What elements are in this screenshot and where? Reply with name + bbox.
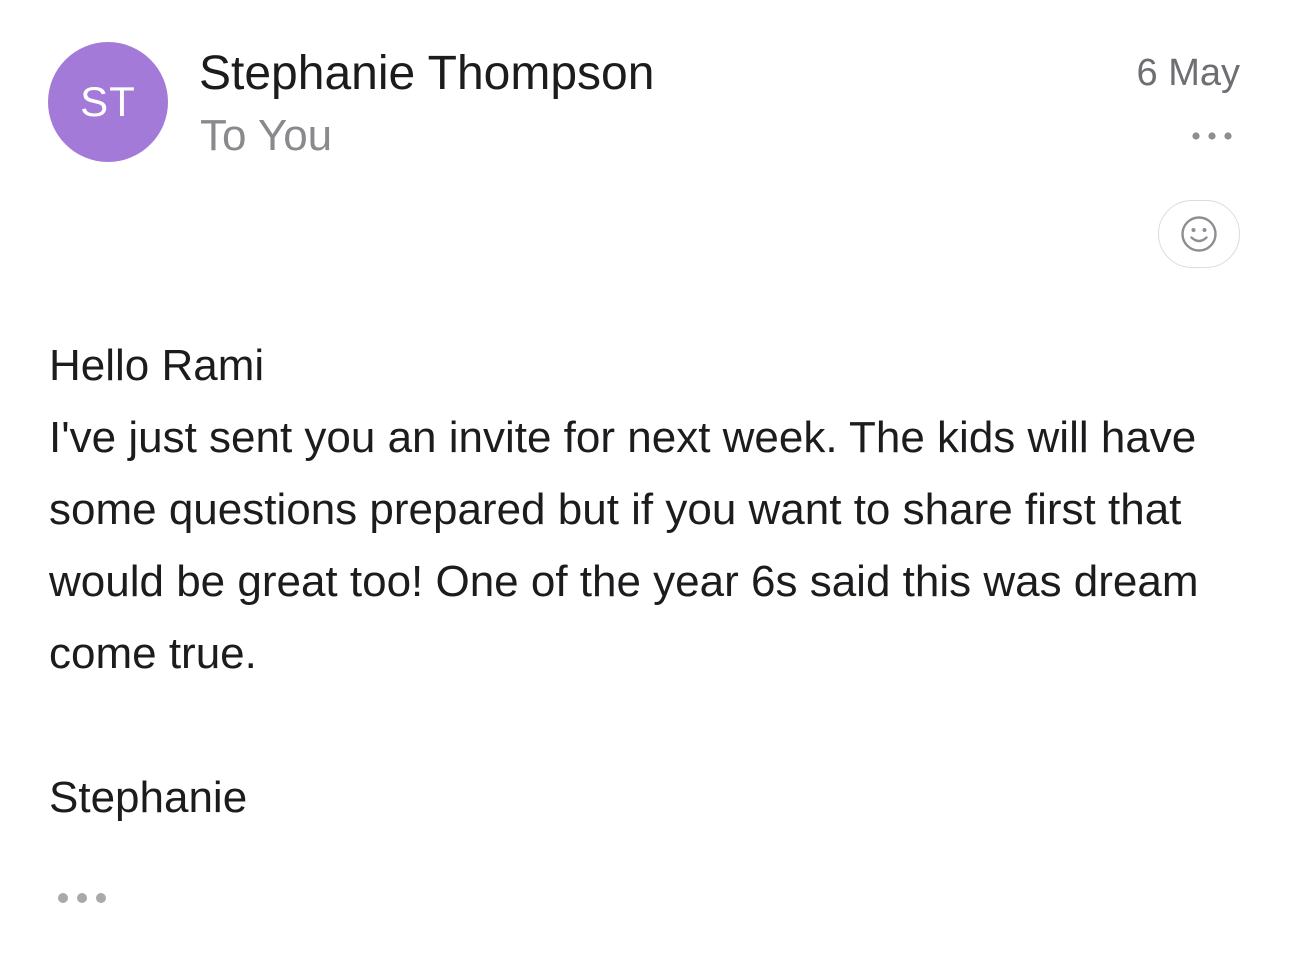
message-text: I've just sent you an invite for next we… bbox=[49, 413, 1199, 678]
more-options-button[interactable] bbox=[1186, 118, 1238, 154]
avatar-initials: ST bbox=[80, 78, 136, 125]
add-reaction-button[interactable] bbox=[1158, 200, 1240, 268]
avatar[interactable]: ST bbox=[48, 42, 168, 162]
recipient-line[interactable]: To You bbox=[200, 108, 332, 164]
smiley-face-icon bbox=[1181, 216, 1217, 252]
sender-name[interactable]: Stephanie Thompson bbox=[199, 44, 654, 104]
message-body: Hello Rami I've just sent you an invite … bbox=[49, 330, 1259, 690]
more-horizontal-icon bbox=[1192, 132, 1232, 140]
message-greeting: Hello Rami bbox=[49, 341, 265, 390]
show-quoted-text-button[interactable] bbox=[56, 882, 112, 914]
message-date: 6 May bbox=[1136, 52, 1240, 94]
message-signature: Stephanie bbox=[49, 773, 248, 822]
ellipsis-icon bbox=[58, 893, 106, 903]
